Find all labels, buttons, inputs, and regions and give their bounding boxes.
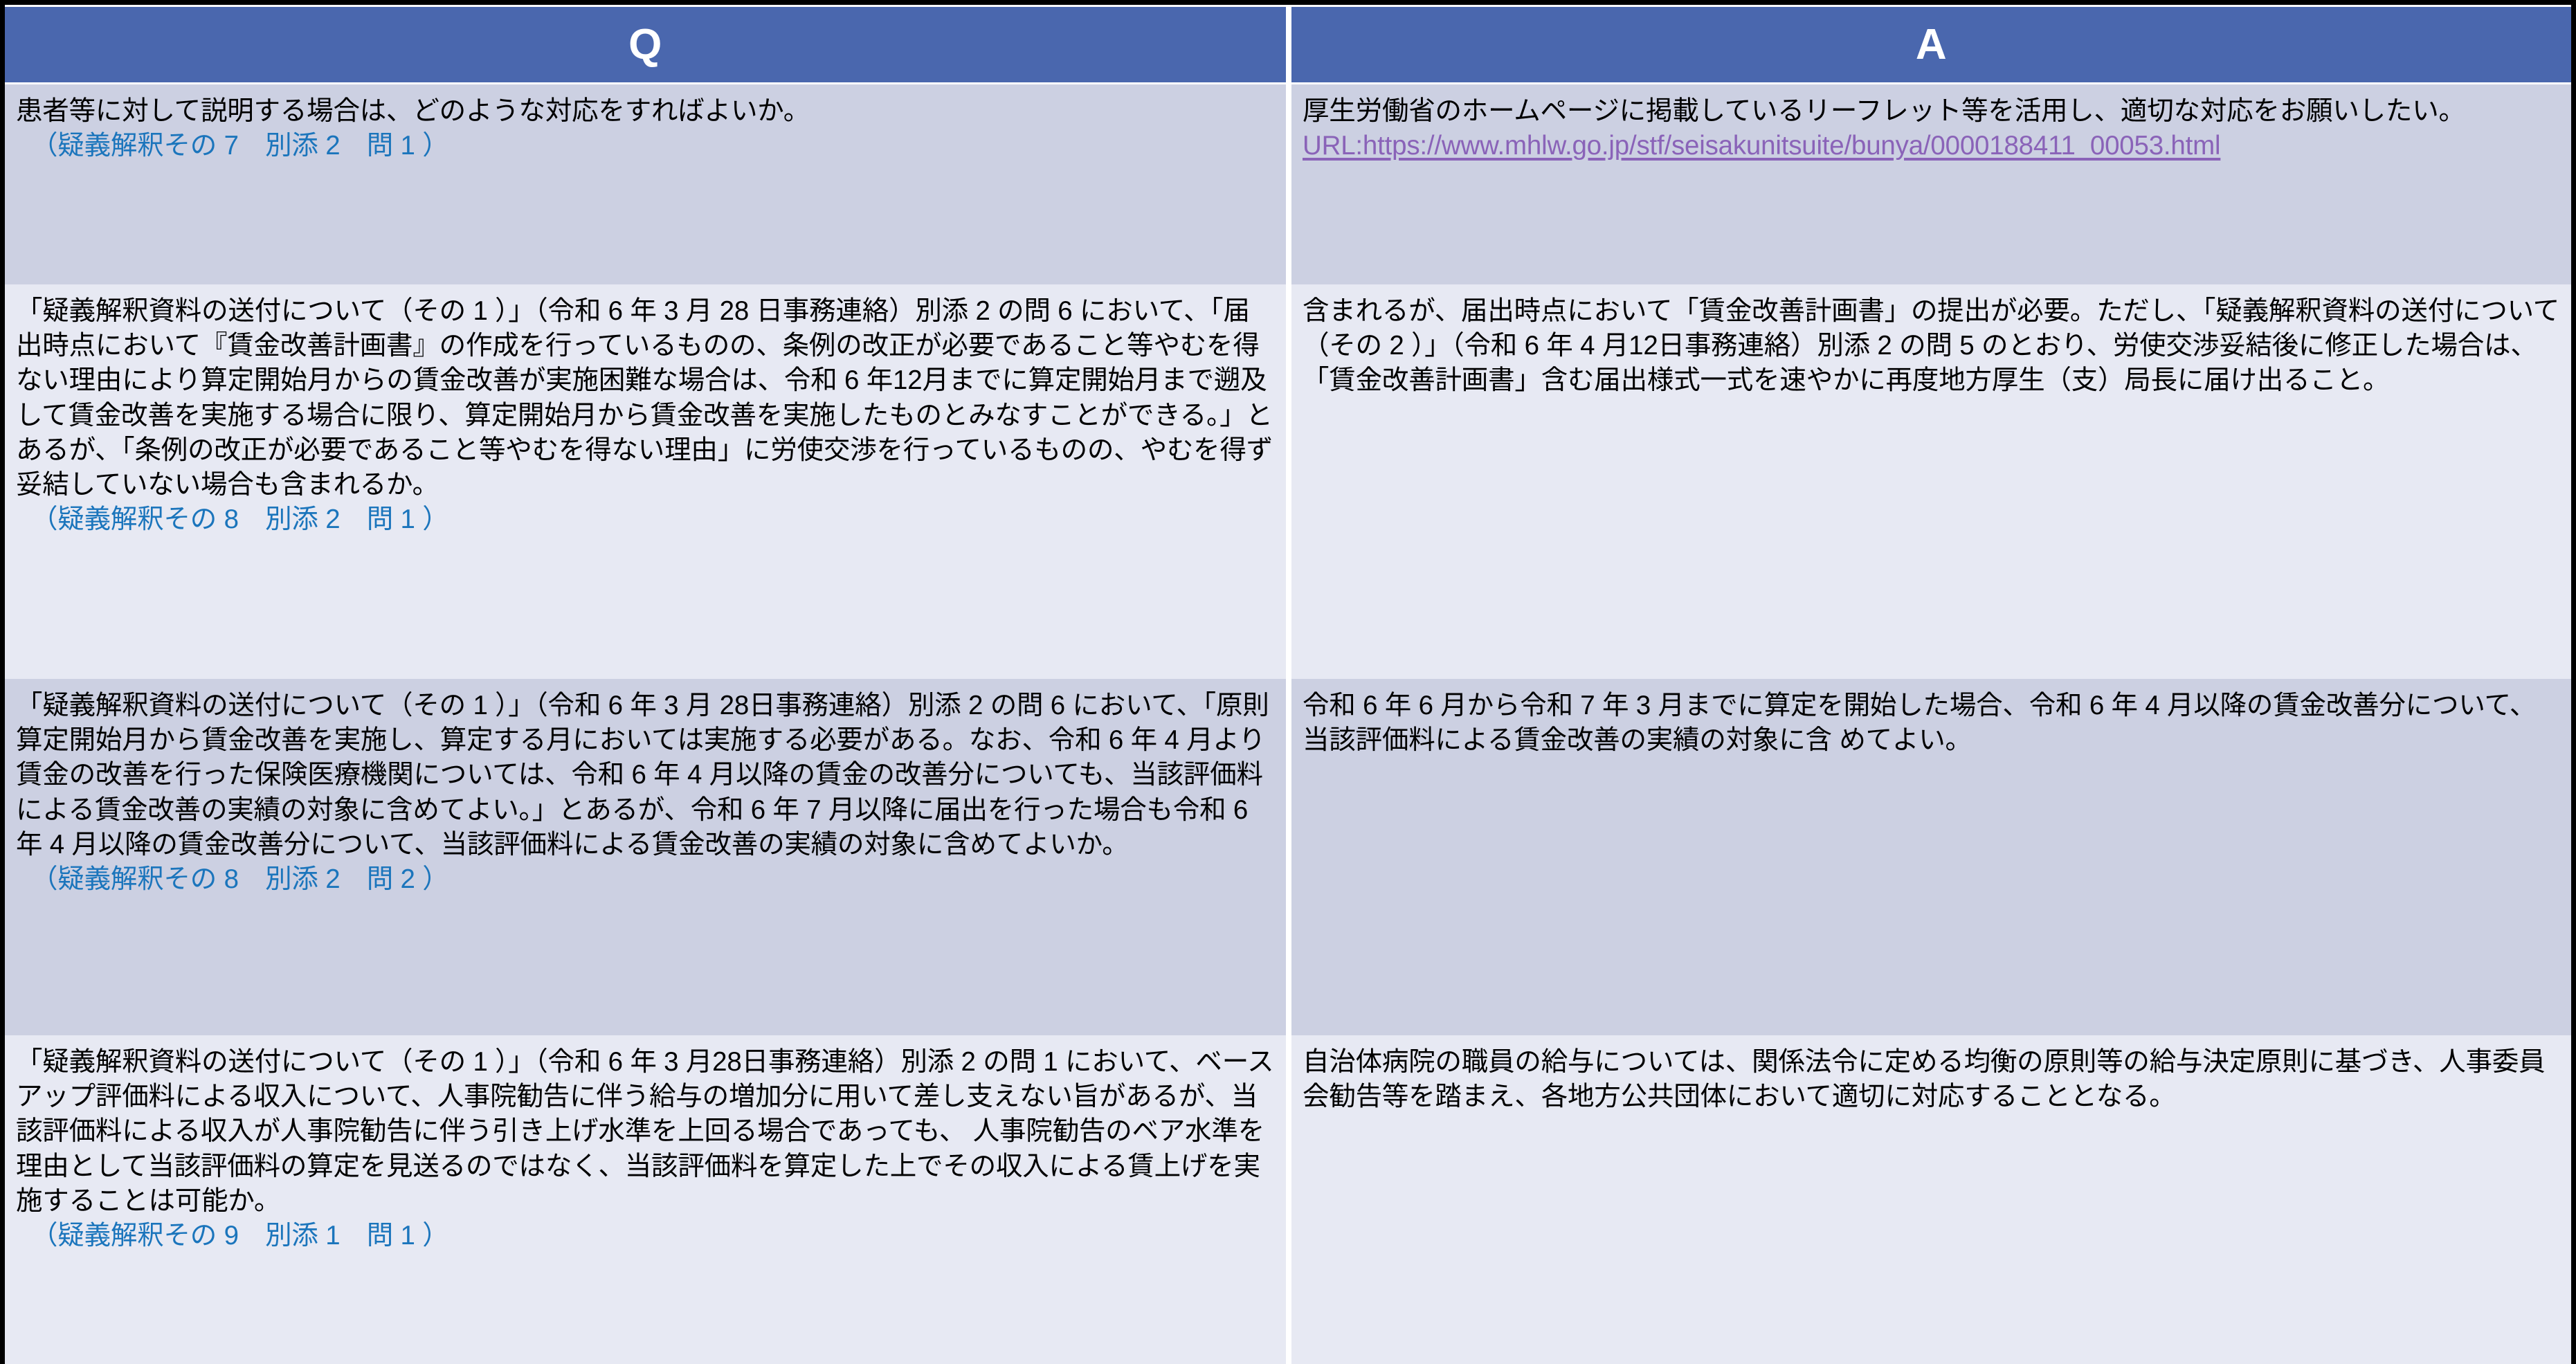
table-row: 「疑義解釈資料の送付について（その 1 ）」（令和 6 年 3 月 28日事務連…: [5, 679, 2571, 1035]
column-header-answer-label: A: [1291, 7, 2571, 82]
question-cell: 患者等に対して説明する場合は、どのような対応をすればよいか。 （疑義解釈その 7…: [5, 84, 1289, 284]
question-cell: 「疑義解釈資料の送付について（その 1 ）」（令和 6 年 3 月 28日事務連…: [5, 679, 1289, 1035]
question-cell-content: 患者等に対して説明する場合は、どのような対応をすればよいか。 （疑義解釈その 7…: [5, 84, 1286, 284]
table-row: 「疑義解釈資料の送付について（その 1 ）」（令和 6 年 3 月 28 日事務…: [5, 284, 2571, 679]
question-reference: （疑義解釈その 8 別添 2 問 2 ）: [31, 864, 449, 895]
question-body: 「疑義解釈資料の送付について（その 1 ）」（令和 6 年 3 月28日事務連絡…: [16, 1047, 1274, 1216]
question-body: 「疑義解釈資料の送付について（その 1 ）」（令和 6 年 3 月 28 日事務…: [16, 296, 1273, 500]
header-row: Q A: [5, 5, 2571, 84]
column-header-answer: A: [1289, 5, 2571, 84]
question-cell-content: 「疑義解釈資料の送付について（その 1 ）」（令和 6 年 3 月 28日事務連…: [5, 679, 1286, 1035]
answer-cell: 令和 6 年 6 月から令和 7 年 3 月までに算定を開始した場合、令和 6 …: [1289, 679, 2571, 1035]
answer-cell-content: 自治体病院の職員の給与については、関係法令に定める均衡の原則等の給与決定原則に基…: [1291, 1035, 2571, 1364]
question-reference: （疑義解釈その 7 別添 2 問 1 ）: [31, 131, 449, 161]
answer-url-link[interactable]: URL:https://www.mhlw.go.jp/stf/seisakuni…: [1303, 129, 2560, 163]
answer-cell-content: 含まれるが、届出時点において「賃金改善計画書」の提出が必要。ただし、「疑義解釈資…: [1291, 284, 2571, 679]
answer-cell: 自治体病院の職員の給与については、関係法令に定める均衡の原則等の給与決定原則に基…: [1289, 1035, 2571, 1364]
table-row: 患者等に対して説明する場合は、どのような対応をすればよいか。 （疑義解釈その 7…: [5, 84, 2571, 284]
question-cell: 「疑義解釈資料の送付について（その 1 ）」（令和 6 年 3 月 28 日事務…: [5, 284, 1289, 679]
answer-cell: 含まれるが、届出時点において「賃金改善計画書」の提出が必要。ただし、「疑義解釈資…: [1289, 284, 2571, 679]
question-cell: 「疑義解釈資料の送付について（その 1 ）」（令和 6 年 3 月28日事務連絡…: [5, 1035, 1289, 1364]
question-reference: （疑義解釈その 8 別添 2 問 1 ）: [31, 504, 449, 535]
document-page: Q A 患者等に対して説明する場合は、どのような対応をすればよいか。 （疑義解釈…: [0, 0, 2576, 1364]
question-body: 患者等に対して説明する場合は、どのような対応をすればよいか。: [16, 96, 810, 126]
table-row: 「疑義解釈資料の送付について（その 1 ）」（令和 6 年 3 月28日事務連絡…: [5, 1035, 2571, 1364]
table-body: 患者等に対して説明する場合は、どのような対応をすればよいか。 （疑義解釈その 7…: [5, 84, 2571, 1364]
answer-cell-content: 厚生労働省のホームページに掲載しているリーフレット等を活用し、適切な対応をお願い…: [1291, 84, 2571, 284]
question-cell-content: 「疑義解釈資料の送付について（その 1 ）」（令和 6 年 3 月28日事務連絡…: [5, 1035, 1286, 1364]
column-header-question: Q: [5, 5, 1289, 84]
answer-cell: 厚生労働省のホームページに掲載しているリーフレット等を活用し、適切な対応をお願い…: [1289, 84, 2571, 284]
answer-body: 含まれるが、届出時点において「賃金改善計画書」の提出が必要。ただし、「疑義解釈資…: [1303, 296, 2560, 396]
table-header: Q A: [5, 5, 2571, 84]
qa-table: Q A 患者等に対して説明する場合は、どのような対応をすればよいか。 （疑義解釈…: [0, 0, 2576, 1364]
answer-body: 自治体病院の職員の給与については、関係法令に定める均衡の原則等の給与決定原則に基…: [1303, 1047, 2546, 1112]
answer-cell-content: 令和 6 年 6 月から令和 7 年 3 月までに算定を開始した場合、令和 6 …: [1291, 679, 2571, 1035]
answer-body: 令和 6 年 6 月から令和 7 年 3 月までに算定を開始した場合、令和 6 …: [1303, 691, 2537, 756]
question-cell-content: 「疑義解釈資料の送付について（その 1 ）」（令和 6 年 3 月 28 日事務…: [5, 284, 1286, 679]
answer-body: 厚生労働省のホームページに掲載しているリーフレット等を活用し、適切な対応をお願い…: [1303, 96, 2465, 126]
question-reference: （疑義解釈その 9 別添 1 問 1 ）: [31, 1221, 449, 1251]
column-header-question-label: Q: [5, 7, 1286, 82]
question-body: 「疑義解釈資料の送付について（その 1 ）」（令和 6 年 3 月 28日事務連…: [16, 691, 1269, 860]
